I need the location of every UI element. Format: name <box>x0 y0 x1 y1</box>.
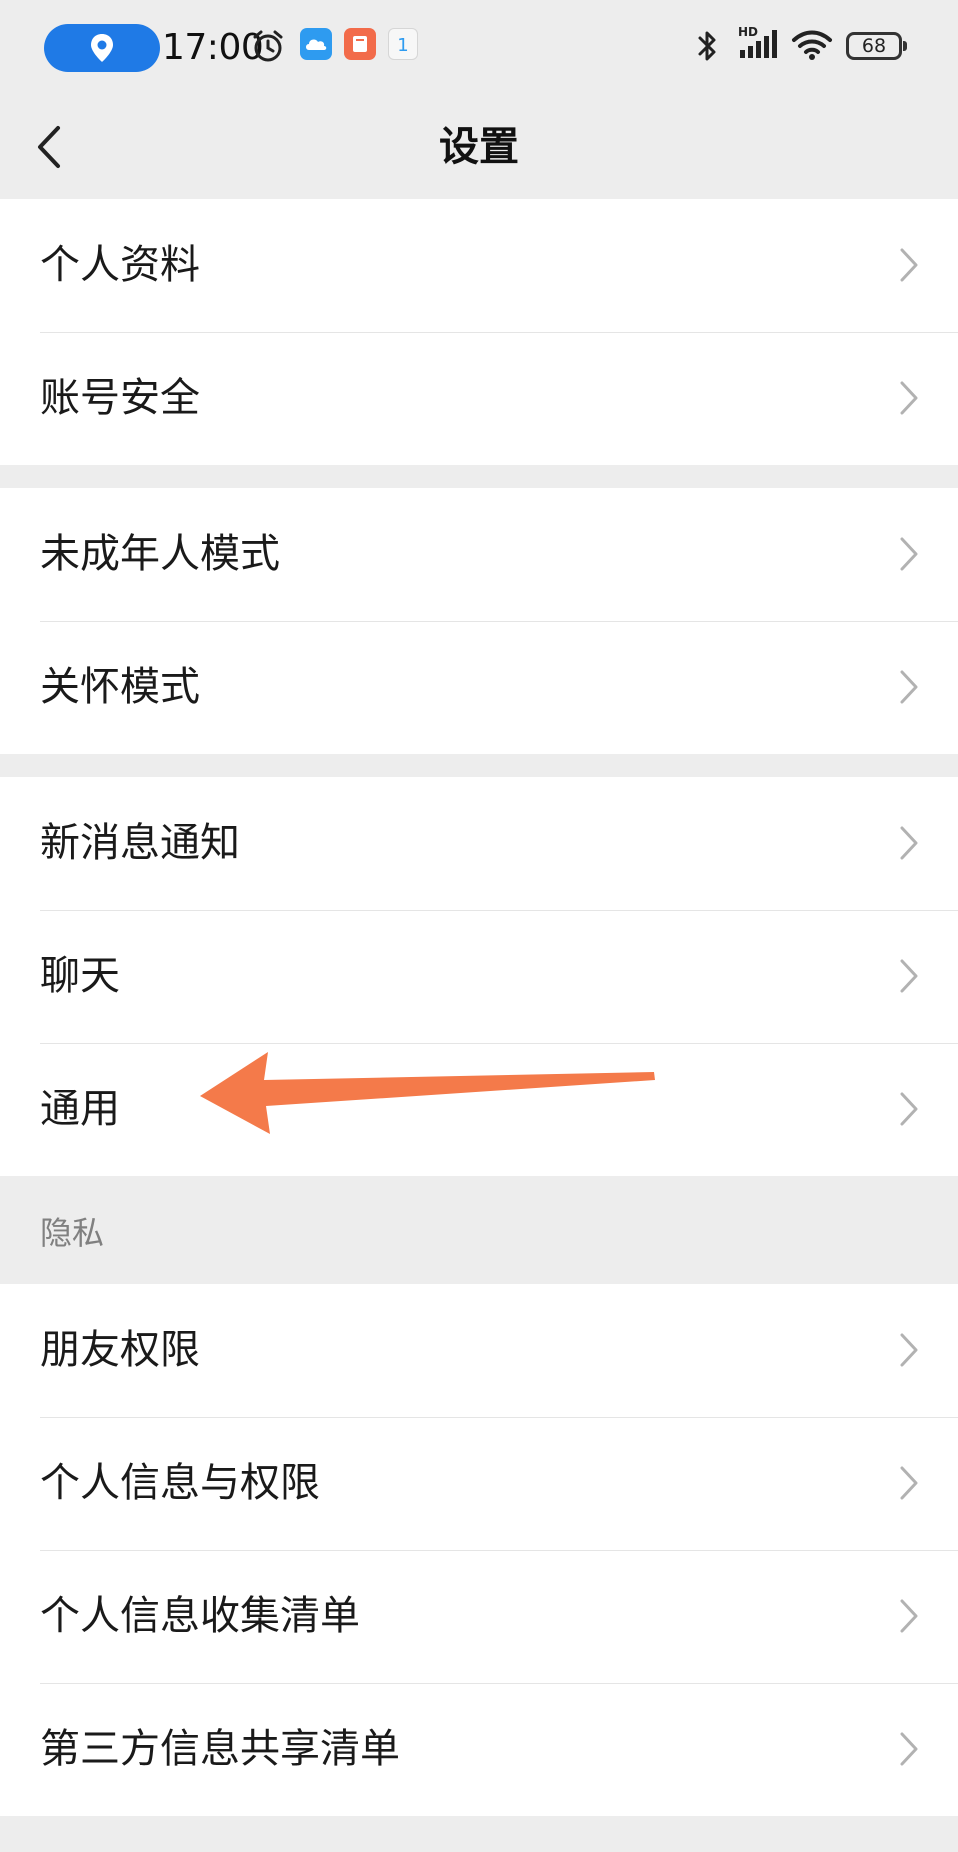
settings-row-personal-info-permissions[interactable]: 个人信息与权限 <box>0 1417 958 1550</box>
wifi-icon <box>792 30 832 60</box>
row-label: 个人信息收集清单 <box>40 1593 360 1639</box>
location-pin-icon <box>91 34 113 62</box>
section-title-privacy: 隐私 <box>40 1214 105 1252</box>
battery-level: 68 <box>861 35 887 57</box>
cloud-app-icon <box>300 28 332 60</box>
row-label: 新消息通知 <box>40 820 240 866</box>
row-label: 通用 <box>40 1086 120 1132</box>
chevron-right-icon <box>900 670 918 704</box>
settings-row-teen-mode[interactable]: 未成年人模式 <box>0 488 958 621</box>
mail-app-icon <box>344 28 376 60</box>
battery-icon: 68 <box>846 32 907 60</box>
calendar-day: 1 <box>397 35 409 56</box>
chevron-right-icon <box>900 248 918 282</box>
settings-row-profile[interactable]: 个人资料 <box>0 199 958 332</box>
settings-row-care-mode[interactable]: 关怀模式 <box>0 621 958 754</box>
settings-group-modes: 未成年人模式 关怀模式 <box>0 488 958 754</box>
page-title: 设置 <box>439 124 519 170</box>
settings-row-general[interactable]: 通用 <box>0 1043 958 1176</box>
settings-row-notifications[interactable]: 新消息通知 <box>0 777 958 910</box>
settings-group-general: 新消息通知 聊天 通用 <box>0 777 958 1176</box>
status-time: 17:00 <box>162 27 264 68</box>
row-label: 聊天 <box>40 953 120 999</box>
settings-row-account-security[interactable]: 账号安全 <box>0 332 958 465</box>
chevron-right-icon <box>900 1599 918 1633</box>
settings-group-privacy: 朋友权限 个人信息与权限 个人信息收集清单 第三方信息共享清单 <box>0 1284 958 1816</box>
chevron-right-icon <box>900 1092 918 1126</box>
row-label: 关怀模式 <box>40 664 200 710</box>
row-label: 个人资料 <box>40 242 200 288</box>
chevron-right-icon <box>900 381 918 415</box>
settings-row-third-party-sharing-list[interactable]: 第三方信息共享清单 <box>0 1683 958 1816</box>
settings-group-account: 个人资料 账号安全 <box>0 199 958 465</box>
svg-text:HD: HD <box>738 25 758 39</box>
nav-header: 设置 <box>0 96 958 198</box>
alarm-icon <box>253 30 283 62</box>
chevron-right-icon <box>900 959 918 993</box>
chevron-right-icon <box>900 826 918 860</box>
chevron-right-icon <box>900 1333 918 1367</box>
bluetooth-icon <box>698 31 716 61</box>
settings-row-info-collection-list[interactable]: 个人信息收集清单 <box>0 1550 958 1683</box>
location-pill[interactable] <box>44 24 160 72</box>
row-label: 账号安全 <box>40 375 200 421</box>
row-label: 个人信息与权限 <box>40 1460 320 1506</box>
status-bar: 17:00 1 HD 68 <box>0 0 958 96</box>
hd-signal-icon: HD <box>738 25 777 58</box>
calendar-app-icon: 1 <box>388 28 418 60</box>
chevron-right-icon <box>900 1466 918 1500</box>
row-label: 第三方信息共享清单 <box>40 1726 400 1772</box>
chevron-right-icon <box>900 1732 918 1766</box>
row-label: 朋友权限 <box>40 1327 200 1373</box>
settings-row-chat[interactable]: 聊天 <box>0 910 958 1043</box>
row-label: 未成年人模式 <box>40 531 280 577</box>
settings-row-friend-permissions[interactable]: 朋友权限 <box>0 1284 958 1417</box>
chevron-right-icon <box>900 537 918 571</box>
